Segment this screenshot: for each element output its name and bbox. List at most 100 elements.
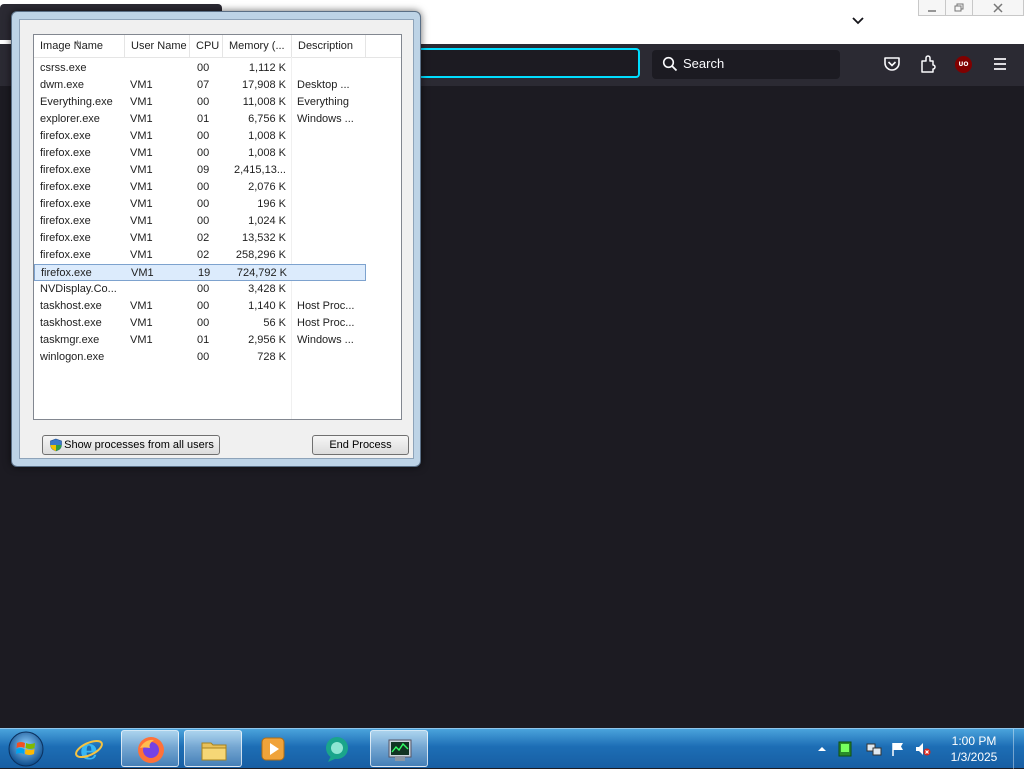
table-row[interactable]: firefox.exe VM1 02 13,532 K — [34, 230, 366, 247]
column-header-cpu[interactable]: CPU — [190, 35, 223, 57]
column-header-memory[interactable]: Memory (... — [223, 35, 292, 57]
memory-cell: 2,415,13... — [234, 164, 286, 176]
memory-cell: 11,008 K — [242, 96, 286, 108]
cpu-cell: 07 — [197, 79, 210, 91]
minimize-button[interactable] — [918, 0, 946, 16]
taskbar-item-task-manager[interactable] — [370, 730, 428, 767]
description-cell: Windows ... — [297, 334, 354, 346]
taskbar-item-chat-app[interactable] — [308, 730, 366, 767]
process-name-cell: firefox.exe — [40, 164, 91, 176]
process-name-cell: winlogon.exe — [40, 351, 105, 363]
process-name-cell: firefox.exe — [41, 267, 92, 279]
action-center-flag-icon[interactable] — [890, 741, 906, 757]
search-box[interactable]: Search — [652, 50, 840, 79]
process-name-cell: taskhost.exe — [40, 300, 102, 312]
firefox-icon — [138, 737, 164, 763]
description-cell — [297, 281, 363, 298]
table-row[interactable]: firefox.exe VM1 00 2,076 K — [34, 179, 366, 196]
table-row[interactable]: dwm.exe VM1 07 17,908 K Desktop ... — [34, 77, 366, 94]
internet-explorer-icon: e — [75, 734, 103, 764]
user-name-cell: VM1 — [130, 334, 153, 346]
process-name-cell: firefox.exe — [40, 147, 91, 159]
show-all-users-button[interactable]: Show processes from all users — [42, 435, 220, 455]
taskbar-item-firefox[interactable] — [121, 730, 179, 767]
description-cell — [297, 60, 363, 77]
description-cell — [297, 145, 363, 162]
description-cell: Windows ... — [297, 113, 354, 125]
nvidia-tray-icon[interactable] — [837, 741, 853, 757]
search-icon — [662, 56, 678, 72]
list-all-tabs-chevron-icon[interactable] — [850, 12, 866, 28]
description-cell — [297, 349, 363, 366]
memory-cell: 1,008 K — [248, 147, 286, 159]
description-cell: Desktop ... — [297, 79, 350, 91]
show-desktop-button[interactable] — [1013, 729, 1024, 769]
table-row[interactable]: firefox.exe VM1 00 1,024 K — [34, 213, 366, 230]
extensions-icon[interactable] — [918, 54, 938, 74]
user-name-cell — [130, 349, 190, 366]
table-row[interactable]: explorer.exe VM1 01 6,756 K Windows ... — [34, 111, 366, 128]
taskbar-item-media-player[interactable] — [244, 730, 302, 767]
process-name-cell: firefox.exe — [40, 215, 91, 227]
table-row-selected[interactable]: firefox.exe VM1 19 724,792 K — [34, 264, 366, 281]
cpu-cell: 09 — [197, 164, 210, 176]
close-button[interactable] — [972, 0, 1024, 16]
table-row[interactable]: winlogon.exe 00 728 K — [34, 349, 366, 366]
cpu-cell: 01 — [197, 113, 210, 125]
column-header-image-name[interactable]: ▲ Image Name — [34, 35, 125, 57]
table-row[interactable]: firefox.exe VM1 00 196 K — [34, 196, 366, 213]
show-hidden-icons-arrow-icon[interactable] — [814, 741, 830, 757]
table-row[interactable]: firefox.exe VM1 00 1,008 K — [34, 145, 366, 162]
memory-cell: 728 K — [257, 351, 286, 363]
menu-hamburger-icon[interactable] — [990, 54, 1010, 74]
table-row[interactable]: firefox.exe VM1 00 1,008 K — [34, 128, 366, 145]
chat-app-icon — [326, 737, 348, 762]
description-cell — [297, 230, 363, 247]
ublock-origin-icon[interactable]: UO — [955, 56, 972, 73]
volume-muted-icon[interactable] — [915, 741, 931, 757]
user-name-cell — [130, 60, 190, 77]
memory-cell: 1,112 K — [248, 62, 286, 74]
cpu-cell: 00 — [197, 351, 210, 363]
table-row[interactable]: firefox.exe VM1 02 258,296 K — [34, 247, 366, 264]
memory-cell: 6,756 K — [248, 113, 286, 125]
sort-ascending-icon: ▲ — [74, 39, 81, 46]
system-clock[interactable]: 1:00 PM 1/3/2025 — [942, 733, 1006, 765]
process-list-header: ▲ Image Name User Name CPU Memory (... D… — [34, 35, 401, 58]
taskbar-item-file-explorer[interactable] — [184, 730, 242, 767]
user-name-cell: VM1 — [130, 164, 153, 176]
user-name-cell: VM1 — [130, 198, 153, 210]
network-icon[interactable] — [866, 741, 882, 757]
table-row[interactable]: taskhost.exe VM1 00 56 K Host Proc... — [34, 315, 366, 332]
process-name-cell: csrss.exe — [40, 62, 87, 74]
cpu-cell: 00 — [197, 147, 210, 159]
description-cell: Host Proc... — [297, 300, 355, 312]
cpu-cell: 19 — [198, 267, 211, 279]
table-row[interactable]: firefox.exe VM1 09 2,415,13... — [34, 162, 366, 179]
start-button-orb[interactable] — [6, 730, 46, 768]
url-bar[interactable] — [400, 48, 640, 78]
process-name-cell: firefox.exe — [40, 181, 91, 193]
table-row[interactable]: csrss.exe 00 1,112 K — [34, 60, 366, 77]
user-name-cell: VM1 — [130, 215, 153, 227]
process-list[interactable]: ▲ Image Name User Name CPU Memory (... D… — [33, 34, 402, 420]
table-row[interactable]: Everything.exe VM1 00 11,008 K Everything — [34, 94, 366, 111]
user-name-cell: VM1 — [130, 79, 153, 91]
restore-button[interactable] — [945, 0, 973, 16]
column-header-description[interactable]: Description — [292, 35, 366, 57]
pocket-icon[interactable] — [882, 54, 902, 74]
user-name-cell: VM1 — [130, 317, 153, 329]
table-row[interactable]: taskmgr.exe VM1 01 2,956 K Windows ... — [34, 332, 366, 349]
table-row[interactable]: NVDisplay.Co... 00 3,428 K — [34, 281, 366, 298]
table-row[interactable]: taskhost.exe VM1 00 1,140 K Host Proc... — [34, 298, 366, 315]
description-cell: Host Proc... — [297, 317, 355, 329]
cpu-cell: 00 — [197, 300, 210, 312]
column-header-user-name[interactable]: User Name — [125, 35, 190, 57]
description-cell — [297, 162, 363, 179]
search-placeholder: Search — [683, 56, 725, 71]
clock-time: 1:00 PM — [951, 734, 997, 748]
taskbar-item-internet-explorer[interactable]: e — [60, 730, 118, 767]
task-manager-window: ▲ Image Name User Name CPU Memory (... D… — [11, 11, 421, 467]
cpu-cell: 02 — [197, 232, 210, 244]
end-process-button[interactable]: End Process — [312, 435, 409, 455]
